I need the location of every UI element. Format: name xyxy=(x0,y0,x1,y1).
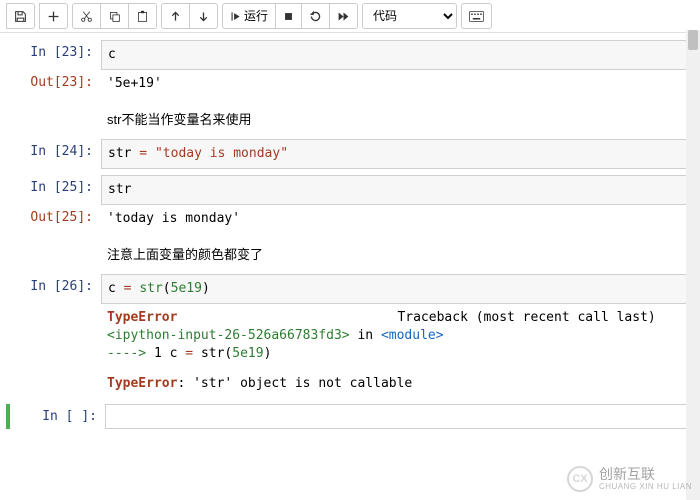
code-cell[interactable]: In [26]: c = str(5e19) TypeErrorTracebac… xyxy=(6,274,694,398)
cut-button[interactable] xyxy=(72,3,101,29)
code-input[interactable]: str xyxy=(101,175,694,205)
save-icon xyxy=(14,10,27,23)
error-output: TypeErrorTraceback (most recent call las… xyxy=(101,304,694,398)
code-cell[interactable]: In [25]: str Out[25]: 'today is monday' xyxy=(6,175,694,233)
code-cell[interactable]: In [23]: c Out[23]: '5e+19' xyxy=(6,40,694,98)
insert-cell-button[interactable] xyxy=(39,3,68,29)
celltype-select[interactable]: 代码 xyxy=(362,3,457,29)
in-prompt: In [24]: xyxy=(6,139,101,169)
markdown-text: 注意上面变量的颜色都变了 xyxy=(101,239,694,268)
move-down-button[interactable] xyxy=(190,3,218,29)
output-text: '5e+19' xyxy=(101,70,694,98)
arrow-up-icon xyxy=(169,10,182,23)
code-input[interactable]: c xyxy=(101,40,694,70)
output-text: 'today is monday' xyxy=(101,205,694,233)
code-input[interactable]: str = "today is monday" xyxy=(101,139,694,169)
in-prompt: In [26]: xyxy=(6,274,101,304)
run-icon xyxy=(230,11,241,22)
restart-run-all-button[interactable] xyxy=(330,3,358,29)
copy-button[interactable] xyxy=(101,3,129,29)
run-button[interactable]: 运行 xyxy=(222,3,276,29)
plus-icon xyxy=(47,10,60,23)
watermark: CX 创新互联 CHUANG XIN HU LIAN xyxy=(567,466,692,492)
keyboard-icon xyxy=(469,11,484,22)
markdown-cell[interactable]: str不能当作变量名来使用 xyxy=(6,104,694,133)
run-label: 运行 xyxy=(244,10,268,22)
save-button[interactable] xyxy=(6,3,35,29)
copy-icon xyxy=(108,10,121,23)
restart-button[interactable] xyxy=(302,3,330,29)
stop-icon xyxy=(283,11,294,22)
out-prompt: Out[25]: xyxy=(6,205,101,233)
arrow-down-icon xyxy=(197,10,210,23)
scrollbar[interactable] xyxy=(686,30,700,500)
code-cell[interactable]: In [ ]: xyxy=(6,404,694,429)
command-palette-button[interactable] xyxy=(461,3,492,29)
cut-icon xyxy=(80,10,93,23)
in-prompt: In [23]: xyxy=(6,40,101,70)
notebook-cells: In [23]: c Out[23]: '5e+19' str不能当作变量名来使… xyxy=(0,33,700,429)
code-input[interactable]: c = str(5e19) xyxy=(101,274,694,304)
paste-icon xyxy=(136,10,149,23)
markdown-cell[interactable]: 注意上面变量的颜色都变了 xyxy=(6,239,694,268)
interrupt-button[interactable] xyxy=(276,3,302,29)
fast-forward-icon xyxy=(337,10,350,23)
out-prompt: Out[23]: xyxy=(6,70,101,98)
restart-icon xyxy=(309,10,322,23)
move-up-button[interactable] xyxy=(161,3,190,29)
toolbar: 运行 代码 xyxy=(0,0,700,33)
paste-button[interactable] xyxy=(129,3,157,29)
markdown-text: str不能当作变量名来使用 xyxy=(101,104,694,133)
code-input[interactable] xyxy=(105,404,694,429)
watermark-logo-icon: CX xyxy=(567,466,593,492)
in-prompt: In [25]: xyxy=(6,175,101,205)
in-prompt: In [ ]: xyxy=(10,404,105,429)
code-cell[interactable]: In [24]: str = "today is monday" xyxy=(6,139,694,169)
scroll-thumb[interactable] xyxy=(688,30,698,50)
